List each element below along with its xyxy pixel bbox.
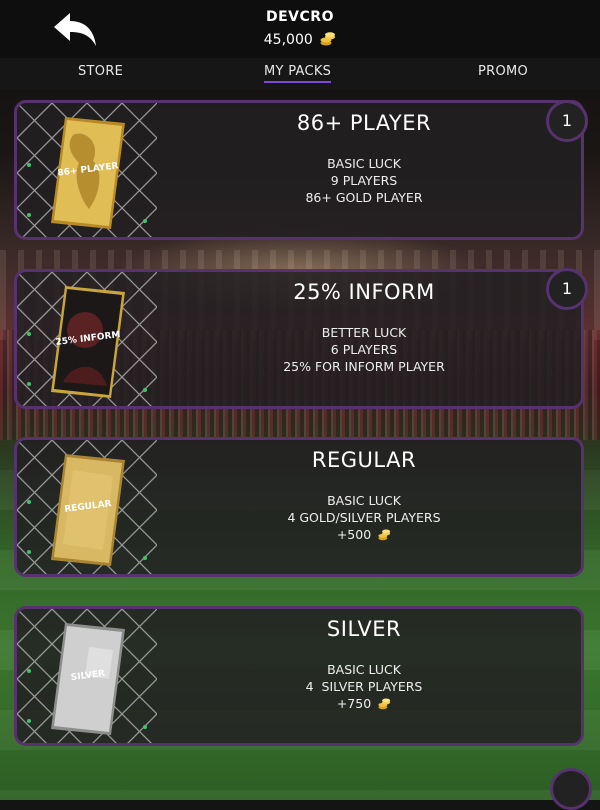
pack-player-count: 6 PLAYERS — [330, 342, 398, 357]
pack-luck: BETTER LUCK — [321, 325, 407, 340]
pack-card-silver[interactable]: SILVER SILVER BASIC LUCK 4 SILVER PLAYER… — [14, 606, 584, 746]
tab-promo[interactable]: PROMO — [478, 64, 528, 79]
top-bar: DEVCRO 45,000 — [0, 0, 600, 58]
pack-luck: BASIC LUCK — [327, 662, 401, 677]
pack-luck: BASIC LUCK — [327, 493, 401, 508]
pack-guarantee: 25% FOR INFORM PLAYER — [283, 359, 445, 374]
pack-card-25-inform[interactable]: 25% INFORM 25% INFORM BETTER LUCK 6 PLAY… — [14, 269, 584, 409]
pack-title: REGULAR — [311, 448, 417, 472]
pack-coin-reward: +750 — [147, 695, 581, 712]
pack-details: BASIC LUCK 4 SILVER PLAYERS +750 — [147, 661, 581, 712]
next-pack-count-badge — [550, 768, 592, 810]
pack-guarantee: 86+ GOLD PLAYER — [305, 190, 423, 205]
pack-count-badge: 1 — [546, 100, 588, 142]
pack-title: 25% INFORM — [293, 280, 435, 304]
pack-card-86-player[interactable]: 86+ PLAYER 86+ PLAYER BASIC LUCK 9 PLAYE… — [14, 100, 584, 240]
pack-coin-reward: +500 — [147, 526, 581, 543]
pack-card-regular[interactable]: REGULAR REGULAR BASIC LUCK 4 GOLD/SILVER… — [14, 437, 584, 577]
pack-details: BASIC LUCK 9 PLAYERS 86+ GOLD PLAYER — [147, 155, 581, 206]
pack-count-badge: 1 — [546, 268, 588, 310]
coin-stack-icon — [320, 32, 336, 46]
coin-stack-icon — [378, 698, 391, 710]
pack-player-count: 4 SILVER PLAYERS — [305, 679, 423, 694]
pack-player-count: 9 PLAYERS — [330, 173, 398, 188]
coin-balance: 45,000 — [0, 32, 600, 48]
tab-bar: STORE MY PACKS PROMO — [0, 58, 600, 90]
pack-luck: BASIC LUCK — [327, 156, 401, 171]
pack-details: BASIC LUCK 4 GOLD/SILVER PLAYERS +500 — [147, 492, 581, 543]
pack-coin-reward-value: +750 — [336, 696, 372, 711]
username: DEVCRO — [266, 9, 334, 25]
pack-title: SILVER — [326, 617, 402, 641]
coin-stack-icon — [378, 529, 391, 541]
pack-details: BETTER LUCK 6 PLAYERS 25% FOR INFORM PLA… — [147, 324, 581, 375]
tab-store[interactable]: STORE — [78, 64, 123, 79]
coin-balance-value: 45,000 — [263, 32, 313, 48]
tab-my-packs[interactable]: MY PACKS — [264, 64, 332, 83]
pack-title: 86+ PLAYER — [296, 111, 432, 135]
pack-coin-reward-value: +500 — [336, 527, 372, 542]
pack-player-count: 4 GOLD/SILVER PLAYERS — [287, 510, 441, 525]
